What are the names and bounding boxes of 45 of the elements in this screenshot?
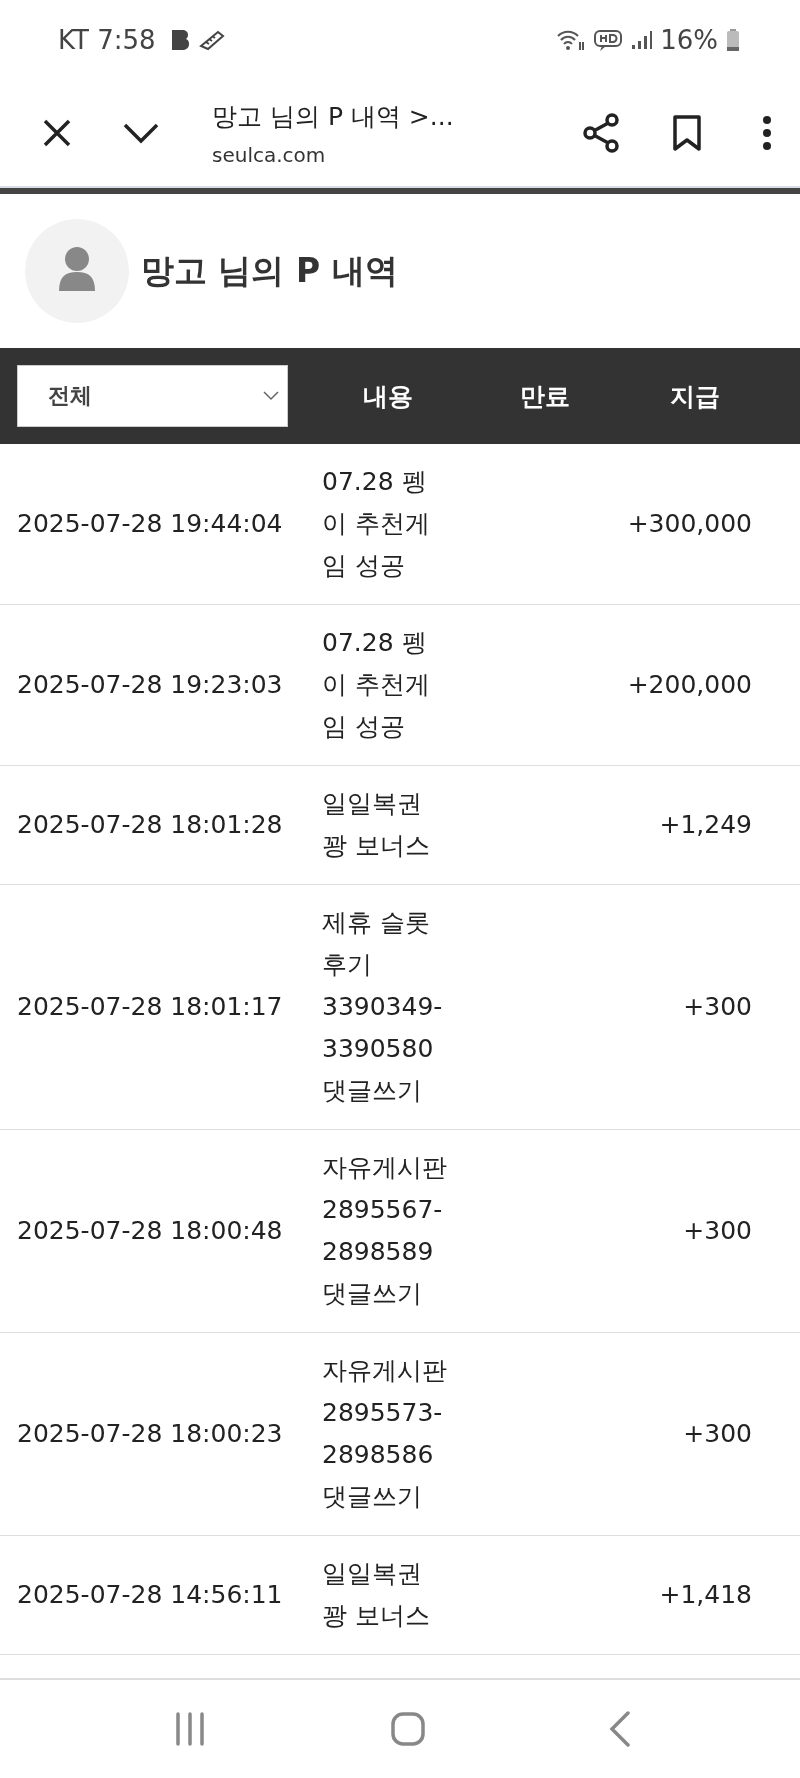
- date-cell-text: 2025-07-28 19:23:03: [16, 669, 284, 701]
- amount-cell-text: +1,249: [658, 809, 753, 841]
- content-cell-text: 일일복권 꽝 보너스: [321, 1558, 431, 1632]
- more-icon[interactable]: [762, 115, 772, 151]
- signal-icon: [630, 29, 653, 51]
- column-header: 내용: [361, 380, 414, 413]
- back-icon[interactable]: [609, 1711, 631, 1747]
- battery-percent: 16%: [660, 25, 718, 55]
- amount-cell-text: +300: [682, 1418, 753, 1450]
- status-time: KT 7:58: [58, 25, 156, 55]
- content-cell-text: 자유게시판 2895567- 2898589 댓글쓰기: [321, 1152, 448, 1310]
- filter-select[interactable]: 전체: [17, 365, 288, 427]
- share-icon[interactable]: [582, 113, 620, 153]
- date-cell-text: 2025-07-28 18:00:23: [16, 1418, 284, 1450]
- column-header: 지급: [669, 380, 721, 413]
- date-cell-text: 2025-07-28 14:56:11: [16, 1579, 284, 1611]
- content-cell-text: 07.28 펭 이 추천게 임 성공: [321, 627, 431, 743]
- caret-icon: [263, 391, 279, 401]
- bookmark-icon[interactable]: [672, 114, 702, 152]
- date-cell-text: 2025-07-28 18:00:48: [16, 1215, 284, 1247]
- wifi-icon: [556, 28, 587, 52]
- amount-cell-text: +1,418: [658, 1579, 753, 1611]
- avatar-icon: [25, 219, 129, 323]
- chevron-down-icon[interactable]: [122, 121, 160, 145]
- recent-apps-icon[interactable]: [174, 1712, 206, 1746]
- battery-icon: [726, 28, 740, 52]
- close-icon[interactable]: [42, 118, 72, 148]
- content-cell-text: 일일복권 꽝 보너스: [321, 788, 431, 862]
- home-icon[interactable]: [390, 1712, 425, 1746]
- b-logo-icon: [169, 29, 190, 51]
- amount-cell-text: +300: [682, 991, 753, 1023]
- column-header: 만료: [519, 380, 571, 413]
- page-url: seulca.com: [212, 142, 327, 167]
- amount-cell-text: +300: [682, 1215, 753, 1247]
- amount-cell-text: +200,000: [626, 669, 753, 701]
- date-cell-text: 2025-07-28 19:44:04: [16, 508, 284, 540]
- profile-title: 망고 님의 P 내역: [141, 249, 398, 292]
- date-cell-text: 2025-07-28 18:01:28: [16, 809, 284, 841]
- date-cell-text: 2025-07-28 18:01:17: [16, 991, 284, 1023]
- content-cell-text: 제휴 슬롯 후기 3390349- 3390580 댓글쓰기: [321, 907, 444, 1107]
- content-cell-text: 07.28 펭 이 추천게 임 성공: [321, 466, 431, 582]
- page-title: 망고 님의 P 내역 >...: [212, 100, 455, 133]
- amount-cell-text: +300,000: [626, 508, 753, 540]
- content-cell-text: 자유게시판 2895573- 2898586 댓글쓰기: [321, 1355, 448, 1513]
- hd-icon: [594, 28, 623, 52]
